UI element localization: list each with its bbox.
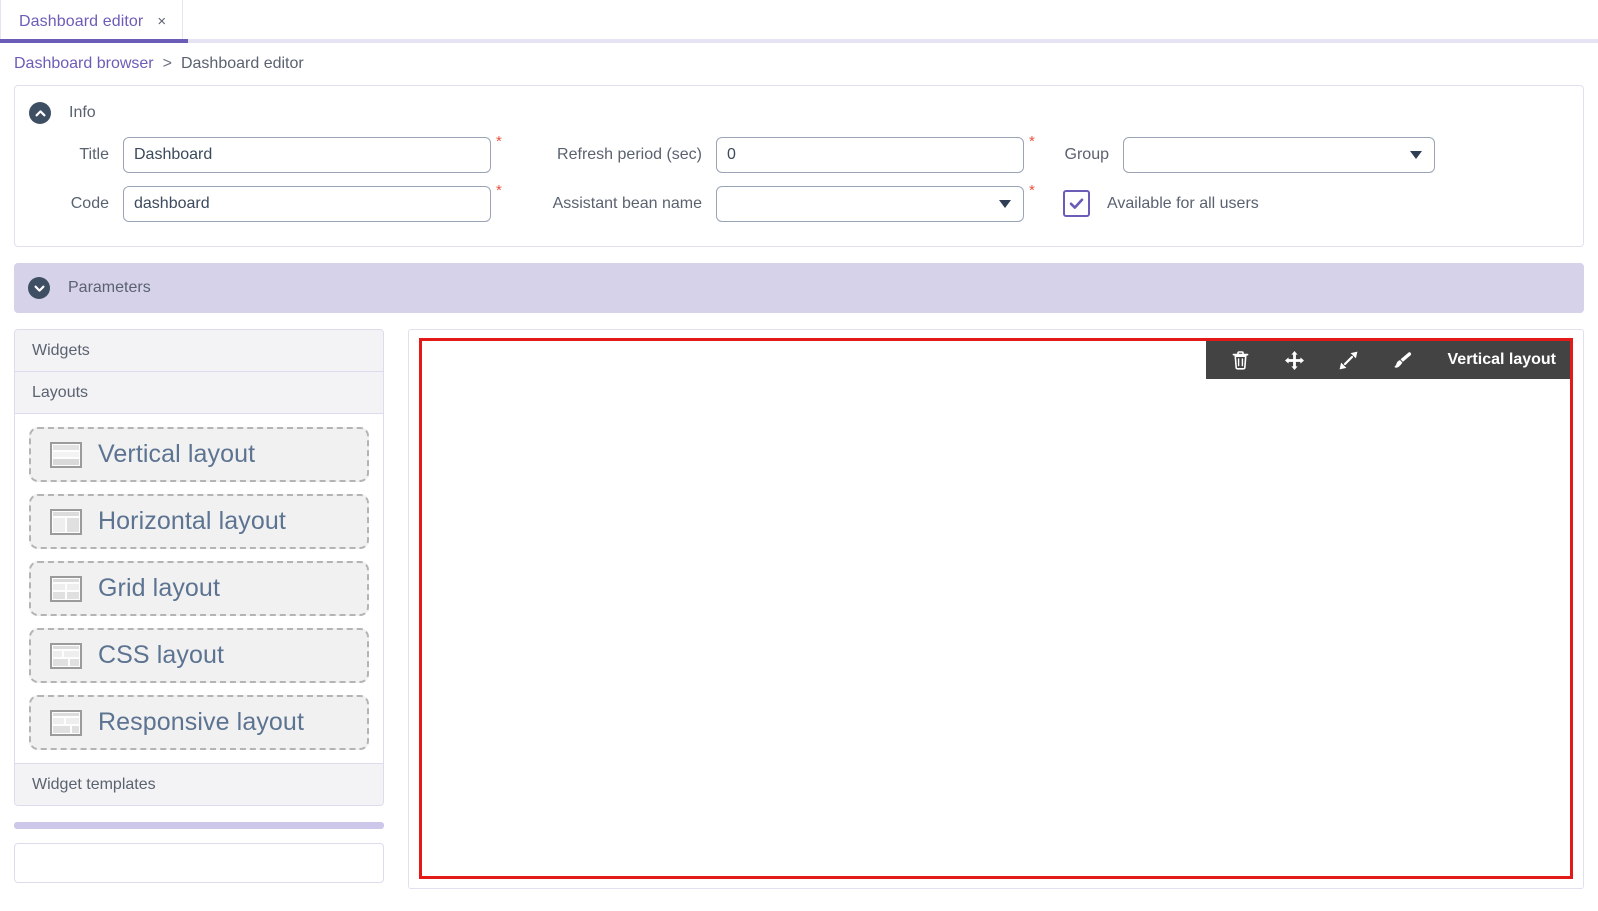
horizontal-layout-icon: [50, 508, 82, 535]
info-row-1: Title * Refresh period (sec) * Group: [15, 130, 1583, 179]
sidebar-section-widgets[interactable]: Widgets: [15, 330, 383, 372]
info-row-2: Code * Assistant bean name * Available f…: [15, 179, 1583, 228]
delete-icon[interactable]: [1214, 341, 1268, 379]
code-input[interactable]: [123, 185, 491, 222]
vertical-layout-icon: [50, 441, 82, 468]
selected-widget-title: Vertical layout: [1447, 351, 1557, 368]
layout-item-vertical-label: Vertical layout: [98, 440, 256, 468]
parameters-panel-header[interactable]: Parameters: [14, 263, 1584, 313]
title-label: Title: [79, 145, 109, 163]
info-panel-title: Info: [69, 104, 96, 121]
code-required-marker: *: [496, 182, 502, 199]
refresh-period-input[interactable]: [716, 136, 1024, 173]
layouts-list: Vertical layout Horizontal layout Grid l…: [15, 414, 383, 763]
move-icon[interactable]: [1268, 341, 1322, 379]
breadcrumb: Dashboard browser > Dashboard editor: [0, 43, 1598, 85]
layout-item-grid-label: Grid layout: [98, 574, 220, 602]
close-icon[interactable]: ×: [157, 14, 166, 29]
info-panel-header[interactable]: Info: [15, 96, 1583, 130]
assistant-bean-input[interactable]: [716, 185, 1024, 222]
group-select[interactable]: [1123, 136, 1435, 173]
chevron-down-icon[interactable]: [28, 277, 50, 299]
title-required-marker: *: [496, 133, 502, 150]
resize-icon[interactable]: [1322, 341, 1376, 379]
sidebar-splitter[interactable]: [14, 822, 384, 829]
layout-item-horizontal-label: Horizontal layout: [98, 507, 286, 535]
sidebar-section-widget-templates-label: Widget templates: [32, 775, 156, 793]
responsive-layout-icon: [50, 709, 82, 736]
editor-body: Widgets Layouts Vertical layout Horizont…: [14, 329, 1584, 889]
tab-label: Dashboard editor: [19, 12, 144, 30]
available-for-all-users-row[interactable]: Available for all users: [1063, 190, 1259, 217]
sidebar-section-layouts-label: Layouts: [32, 383, 89, 401]
info-panel: Info Title * Refresh period (sec) * Grou…: [14, 85, 1584, 247]
tab-underline: [0, 39, 1598, 43]
breadcrumb-separator: >: [162, 55, 172, 72]
dashboard-canvas[interactable]: Vertical layout: [408, 329, 1584, 889]
layout-item-responsive-label: Responsive layout: [98, 708, 304, 736]
refresh-period-label: Refresh period (sec): [557, 145, 702, 163]
assistant-bean-select[interactable]: [716, 185, 1024, 222]
sidebar-section-layouts[interactable]: Layouts: [15, 372, 383, 414]
sidebar-bottom-panel: [14, 843, 384, 883]
grid-layout-icon: [50, 575, 82, 602]
selected-layout-region[interactable]: Vertical layout: [419, 338, 1573, 879]
group-label: Group: [1064, 145, 1109, 163]
group-select-input[interactable]: [1123, 136, 1435, 173]
breadcrumb-current: Dashboard editor: [180, 55, 304, 72]
layout-item-vertical[interactable]: Vertical layout: [29, 427, 369, 482]
tab-bar: Dashboard editor ×: [0, 0, 1598, 43]
title-input[interactable]: [123, 136, 491, 173]
available-for-all-users-checkbox[interactable]: [1063, 190, 1090, 217]
layout-item-css-label: CSS layout: [98, 641, 225, 669]
widget-toolbar: Vertical layout: [1205, 341, 1570, 379]
breadcrumb-link-dashboard-browser[interactable]: Dashboard browser: [14, 55, 154, 73]
available-for-all-users-label: Available for all users: [1107, 194, 1259, 212]
assistant-bean-label: Assistant bean name: [552, 194, 702, 212]
layout-item-css[interactable]: CSS layout: [29, 628, 369, 683]
palette-sidebar: Widgets Layouts Vertical layout Horizont…: [14, 329, 384, 889]
style-icon[interactable]: [1376, 341, 1430, 379]
css-layout-icon: [50, 642, 82, 669]
layout-item-horizontal[interactable]: Horizontal layout: [29, 494, 369, 549]
refresh-required-marker: *: [1029, 133, 1035, 150]
palette-accordion: Widgets Layouts Vertical layout Horizont…: [14, 329, 384, 806]
parameters-panel-title: Parameters: [68, 279, 151, 296]
sidebar-section-widget-templates[interactable]: Widget templates: [15, 763, 383, 805]
tab-underline-active: [0, 39, 188, 43]
sidebar-section-widgets-label: Widgets: [32, 341, 90, 359]
layout-item-grid[interactable]: Grid layout: [29, 561, 369, 616]
bean-required-marker: *: [1029, 182, 1035, 199]
tab-dashboard-editor[interactable]: Dashboard editor ×: [0, 0, 184, 43]
layout-item-responsive[interactable]: Responsive layout: [29, 695, 369, 750]
code-label: Code: [70, 194, 109, 212]
chevron-up-icon[interactable]: [29, 102, 51, 124]
